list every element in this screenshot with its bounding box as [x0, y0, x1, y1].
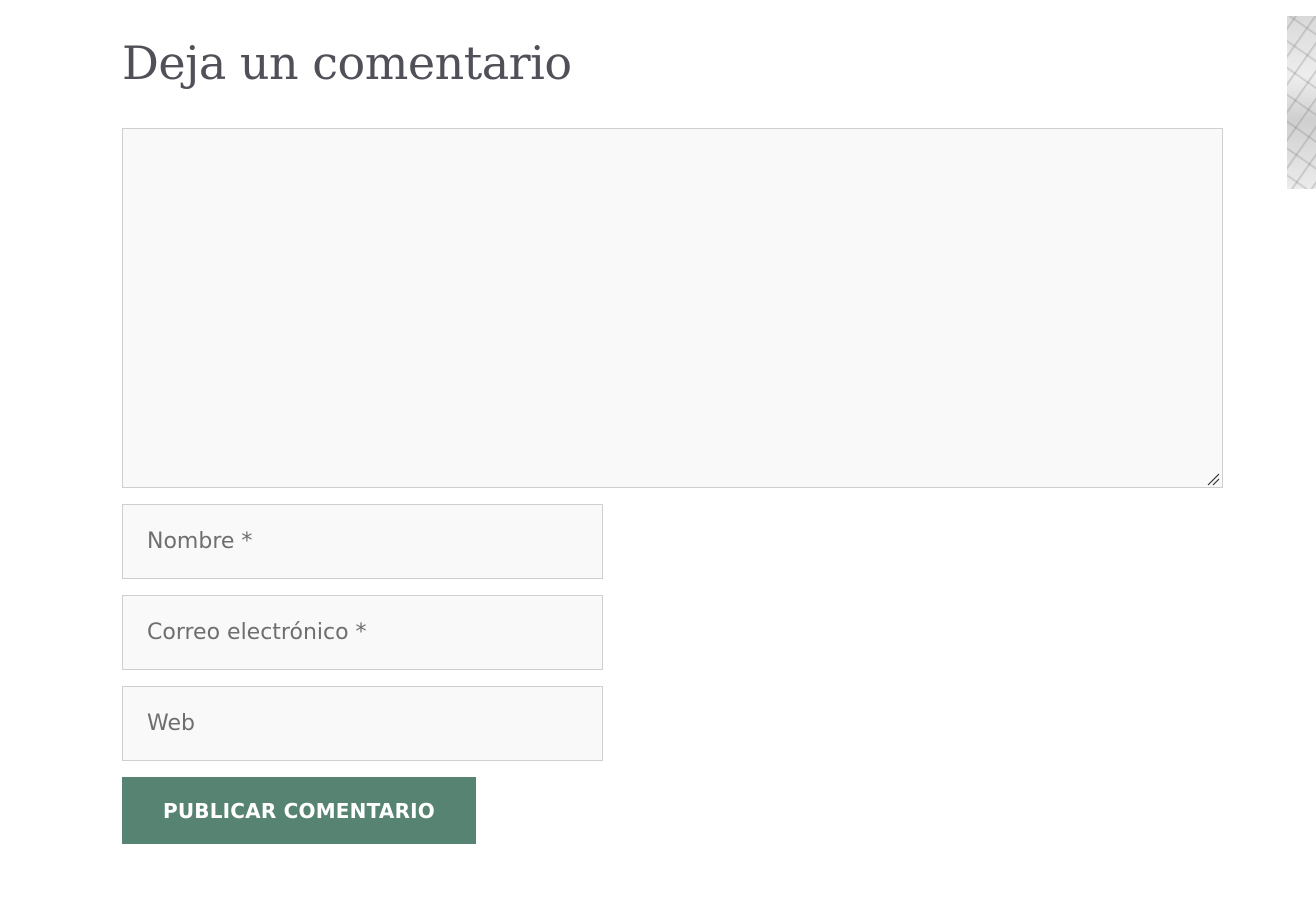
comment-textarea[interactable]	[122, 128, 1223, 488]
decorative-image-edge	[1287, 16, 1316, 189]
resize-grip-icon[interactable]	[1205, 471, 1220, 486]
website-field[interactable]	[122, 686, 603, 761]
email-field[interactable]	[122, 595, 603, 670]
submit-comment-button[interactable]: PUBLICAR COMENTARIO	[122, 777, 476, 844]
comment-form-title: Deja un comentario	[122, 36, 572, 90]
name-field[interactable]	[122, 504, 603, 579]
